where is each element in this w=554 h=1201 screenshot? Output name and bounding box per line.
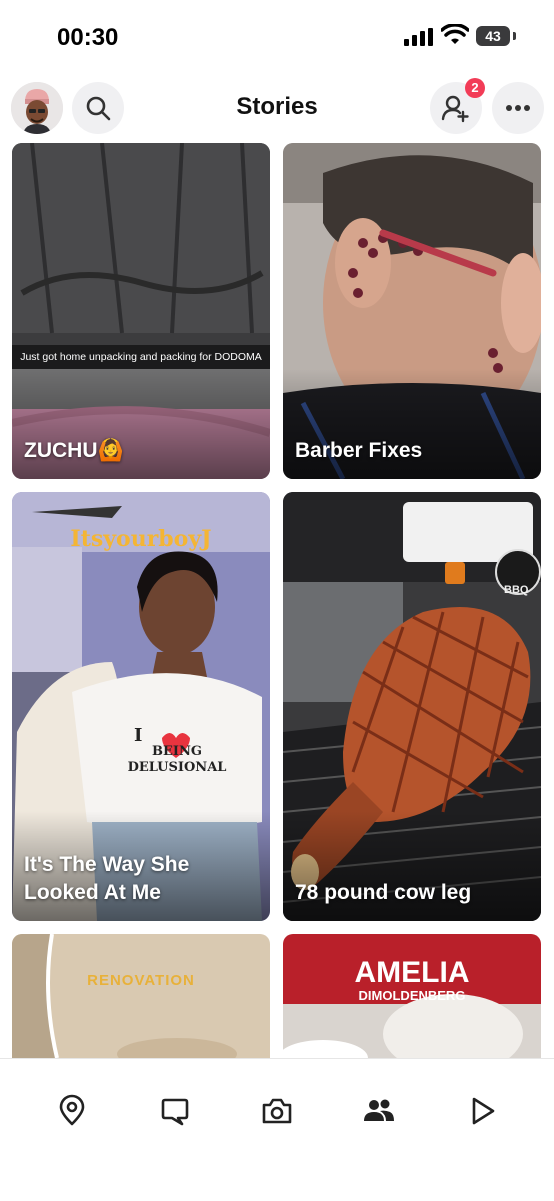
shirt-text-line1: I [134, 725, 143, 746]
overlay-username: ItsyourboyJ [70, 526, 212, 552]
story-card-zuchu[interactable]: Just got home unpacking and packing for … [12, 143, 270, 479]
cellular-signal-icon [404, 28, 433, 46]
story-card-amelia[interactable]: AMELIA DIMOLDENBERG [283, 934, 541, 1058]
story-label: Barber Fixes [295, 439, 423, 462]
add-friend-icon [441, 95, 469, 123]
overlay-renovation: RENOVATION [87, 972, 195, 989]
shirt-text-line3: DELUSIONAL [127, 760, 227, 775]
battery-tip [513, 32, 516, 40]
wifi-icon [441, 24, 469, 44]
bottom-nav [0, 1058, 554, 1201]
chat-icon[interactable] [158, 1094, 192, 1128]
story-caption: Just got home unpacking and packing for … [12, 345, 270, 369]
overlay-amelia-title: AMELIA [354, 956, 470, 989]
story-card-way-she-looked[interactable]: ItsyourboyJ I BEING DELUSIONAL It's The … [12, 492, 270, 921]
friend-requests-badge: 2 [465, 78, 485, 98]
story-label: It's The Way She Looked At Me [24, 853, 190, 904]
story-card-cow-leg[interactable]: BBQ 78 pound cow leg [283, 492, 541, 921]
story-label: ZUCHU🙆 [24, 437, 260, 465]
status-time: 00:30 [57, 24, 119, 51]
battery-indicator: 43 [476, 26, 510, 46]
shirt-text: I BEING DELUSIONAL [112, 725, 242, 776]
more-dots-icon [506, 105, 530, 111]
story-label: 78 pound cow leg [295, 881, 472, 904]
status-bar: 00:30 43 [0, 0, 554, 75]
more-options-button[interactable] [492, 82, 544, 134]
overlay-amelia-subtitle: DIMOLDENBERG [358, 988, 466, 1003]
friends-icon[interactable] [362, 1094, 396, 1128]
story-card-barber-fixes[interactable]: Barber Fixes [283, 143, 541, 479]
stories-grid: Just got home unpacking and packing for … [0, 143, 554, 1058]
play-icon[interactable] [465, 1094, 499, 1128]
story-label-emoji: 🙆 [97, 439, 124, 462]
camera-icon[interactable] [260, 1094, 294, 1128]
story-card-renovation[interactable]: RENOVATION [12, 934, 270, 1058]
map-pin-icon[interactable] [55, 1094, 89, 1128]
story-thumbnail [12, 934, 270, 1058]
sign-text: BBQ [504, 584, 529, 596]
story-label-text: ZUCHU [24, 439, 98, 462]
shirt-text-line2: BEING [152, 744, 202, 759]
